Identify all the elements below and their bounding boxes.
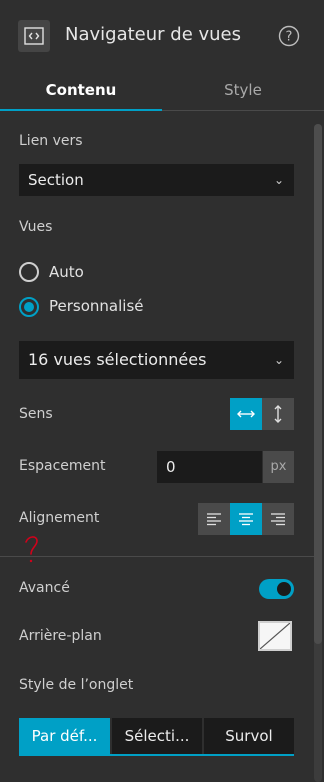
spacing-input[interactable]: 0 xyxy=(157,451,262,483)
section-divider xyxy=(0,556,314,557)
views-selection-value: 16 vues sélectionnées xyxy=(28,350,207,369)
chevron-down-icon: ⌄ xyxy=(273,173,284,187)
advanced-toggle[interactable] xyxy=(259,579,294,599)
views-selection-dropdown[interactable]: 16 vues sélectionnées ⌄ xyxy=(19,341,294,379)
align-left-icon[interactable] xyxy=(198,503,230,535)
radio-custom[interactable] xyxy=(19,297,39,317)
link-to-select[interactable]: Section ⌄ xyxy=(19,164,294,196)
tab-style[interactable]: Style xyxy=(162,74,324,110)
panel-header: Navigateur de vues ? xyxy=(0,0,324,74)
chevron-down-icon: ⌄ xyxy=(273,353,284,367)
tab-style-label: Style de l’onglet xyxy=(19,677,134,693)
vertical-arrows-icon[interactable] xyxy=(262,398,294,430)
tab-style-selected[interactable]: Sélecti... xyxy=(112,718,202,755)
tab-style-underline xyxy=(19,754,294,756)
direction-label: Sens xyxy=(19,406,53,422)
direction-toggle-group xyxy=(230,398,294,430)
svg-text:?: ? xyxy=(286,30,293,45)
alignment-label: Alignement xyxy=(19,510,100,526)
tab-style-default[interactable]: Par déf... xyxy=(19,718,110,755)
horizontal-arrows-icon[interactable] xyxy=(230,398,262,430)
link-to-label: Lien vers xyxy=(19,133,83,149)
tab-content[interactable]: Contenu xyxy=(0,74,162,111)
advanced-label: Avancé xyxy=(19,580,70,596)
align-right-icon[interactable] xyxy=(262,503,294,535)
settings-tabs: Contenu Style xyxy=(0,74,324,111)
spacing-label: Espacement xyxy=(19,458,106,474)
code-brackets-icon xyxy=(18,20,50,52)
panel-title: Navigateur de vues xyxy=(65,24,242,45)
handwritten-question-mark xyxy=(22,534,42,568)
radio-auto-label[interactable]: Auto xyxy=(49,263,84,281)
align-center-icon[interactable] xyxy=(230,503,262,535)
alignment-toggle-group xyxy=(198,503,294,535)
scrollbar-thumb[interactable] xyxy=(314,124,322,644)
views-label: Vues xyxy=(19,219,53,235)
link-to-value: Section xyxy=(28,171,84,189)
spacing-unit: px xyxy=(263,451,294,483)
help-circle-icon[interactable]: ? xyxy=(278,25,300,47)
radio-auto[interactable] xyxy=(19,262,39,282)
radio-custom-label[interactable]: Personnalisé xyxy=(49,297,143,315)
background-color-swatch[interactable] xyxy=(258,621,292,651)
tab-style-hover[interactable]: Survol xyxy=(204,718,294,755)
background-label: Arrière-plan xyxy=(19,628,102,644)
